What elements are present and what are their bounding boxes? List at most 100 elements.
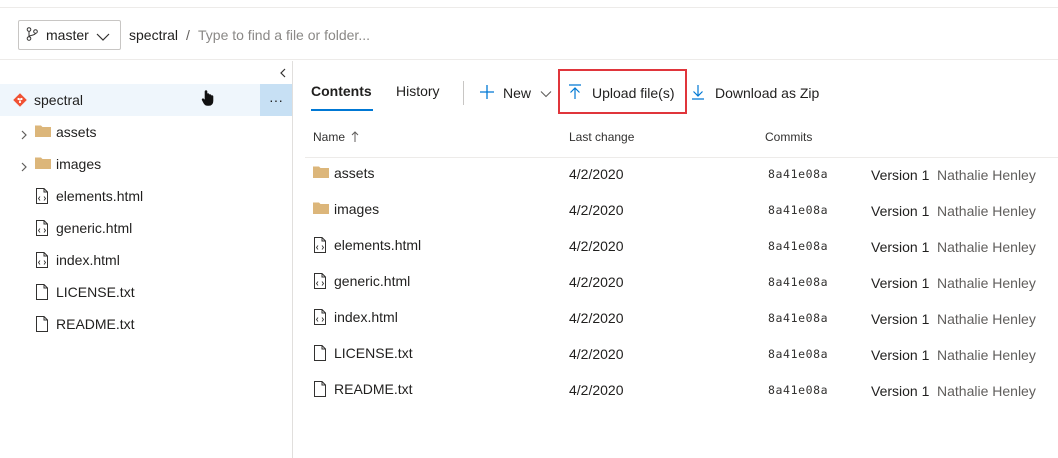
file-name-link[interactable]: LICENSE.txt	[334, 345, 413, 361]
chevron-right-icon[interactable]	[20, 127, 28, 143]
commit-message[interactable]: Version 1	[871, 311, 929, 327]
top-bar	[0, 0, 1058, 8]
commit-hash-link[interactable]: 8a41e08a	[768, 203, 828, 217]
plus-icon	[479, 84, 495, 103]
table-row[interactable]: generic.html 4/2/2020 8a41e08a Version 1…	[305, 265, 1058, 301]
last-change-date: 4/2/2020	[569, 166, 624, 182]
download-zip-label: Download as Zip	[715, 85, 820, 101]
commit-hash-link[interactable]: 8a41e08a	[768, 383, 828, 397]
file-name-link[interactable]: index.html	[334, 309, 398, 325]
last-change-date: 4/2/2020	[569, 346, 624, 362]
tree-item-label: generic.html	[56, 220, 133, 236]
tree-item-generic-html[interactable]: generic.html	[0, 212, 292, 244]
commit-message[interactable]: Version 1	[871, 347, 929, 363]
commit-message[interactable]: Version 1	[871, 203, 929, 219]
last-change-date: 4/2/2020	[569, 202, 624, 218]
commit-hash-link[interactable]: 8a41e08a	[768, 347, 828, 361]
commit-hash-link[interactable]: 8a41e08a	[768, 239, 828, 253]
toolbar-divider	[463, 81, 464, 105]
chevron-right-icon[interactable]	[20, 159, 28, 175]
folder-icon	[35, 124, 51, 141]
file-name-link[interactable]: elements.html	[334, 237, 421, 253]
upload-files-button[interactable]: Upload file(s)	[568, 78, 674, 108]
tree-item-label: images	[56, 156, 102, 172]
download-zip-button[interactable]: Download as Zip	[691, 78, 819, 108]
file-tree: spectral ··· assets images elements.html…	[0, 61, 293, 458]
commit-author: Nathalie Henley	[937, 275, 1036, 291]
code-file-icon	[35, 220, 49, 239]
commit-author: Nathalie Henley	[937, 311, 1036, 327]
chevron-down-icon	[540, 85, 552, 101]
table-row[interactable]: README.txt 4/2/2020 8a41e08a Version 1 N…	[305, 373, 1058, 409]
folder-icon	[35, 156, 51, 173]
tree-root-item[interactable]: spectral ···	[0, 84, 292, 116]
new-button[interactable]: New	[479, 78, 552, 108]
column-header-name[interactable]: Name	[313, 130, 345, 144]
branch-selector[interactable]: master	[18, 20, 121, 50]
table-row[interactable]: elements.html 4/2/2020 8a41e08a Version …	[305, 229, 1058, 265]
file-search-input[interactable]	[198, 23, 598, 47]
commit-author: Nathalie Henley	[937, 239, 1036, 255]
tree-item-elements-html[interactable]: elements.html	[0, 180, 292, 212]
commit-hash-link[interactable]: 8a41e08a	[768, 167, 828, 181]
download-icon	[691, 84, 705, 103]
tree-item-label: LICENSE.txt	[56, 284, 135, 300]
last-change-date: 4/2/2020	[569, 274, 624, 290]
commit-hash-link[interactable]: 8a41e08a	[768, 275, 828, 289]
commit-message[interactable]: Version 1	[871, 383, 929, 399]
new-button-label: New	[503, 85, 532, 101]
commit-author: Nathalie Henley	[937, 203, 1036, 219]
hand-cursor-icon	[200, 89, 216, 110]
commit-hash-link[interactable]: 8a41e08a	[768, 311, 828, 325]
file-name-link[interactable]: assets	[334, 165, 374, 181]
file-name-link[interactable]: README.txt	[334, 381, 413, 397]
code-file-icon	[35, 252, 49, 271]
branch-icon	[26, 26, 38, 44]
commit-message[interactable]: Version 1	[871, 275, 929, 291]
file-table-header: Name Last change Commits	[305, 121, 1058, 158]
more-options-button[interactable]: ···	[260, 84, 292, 116]
code-file-icon	[35, 188, 49, 207]
commit-message[interactable]: Version 1	[871, 239, 929, 255]
tree-item-index-html[interactable]: index.html	[0, 244, 292, 276]
commit-author: Nathalie Henley	[937, 167, 1036, 183]
tree-item-license-txt[interactable]: LICENSE.txt	[0, 276, 292, 308]
tree-item-readme-txt[interactable]: README.txt	[0, 308, 292, 340]
tree-item-label: elements.html	[56, 188, 144, 204]
column-header-last-change[interactable]: Last change	[569, 130, 634, 144]
sort-ascending-icon[interactable]	[351, 130, 359, 146]
column-header-commits[interactable]: Commits	[765, 130, 812, 144]
folder-icon	[313, 165, 329, 182]
breadcrumb-repo[interactable]: spectral	[129, 27, 178, 43]
file-icon	[313, 345, 327, 364]
commit-message[interactable]: Version 1	[871, 167, 929, 183]
code-file-icon	[313, 273, 327, 292]
breadcrumb-bar: master spectral /	[0, 8, 1058, 60]
file-name-link[interactable]: generic.html	[334, 273, 410, 289]
table-row[interactable]: LICENSE.txt 4/2/2020 8a41e08a Version 1 …	[305, 337, 1058, 373]
tree-item-label: README.txt	[56, 316, 135, 332]
file-name-link[interactable]: images	[334, 201, 379, 217]
file-icon	[35, 284, 49, 303]
git-repo-icon	[13, 93, 27, 110]
tree-item-images[interactable]: images	[0, 148, 292, 180]
tree-item-label: assets	[56, 124, 97, 140]
tab-history[interactable]: History	[396, 83, 440, 99]
file-icon	[35, 316, 49, 335]
more-icon: ···	[269, 92, 283, 108]
commit-author: Nathalie Henley	[937, 347, 1036, 363]
tab-contents[interactable]: Contents	[311, 83, 372, 99]
last-change-date: 4/2/2020	[569, 382, 624, 398]
tree-item-assets[interactable]: assets	[0, 116, 292, 148]
chevron-down-icon	[96, 29, 110, 45]
commit-author: Nathalie Henley	[937, 383, 1036, 399]
collapse-pane-icon[interactable]	[276, 66, 290, 80]
last-change-date: 4/2/2020	[569, 238, 624, 254]
table-row[interactable]: index.html 4/2/2020 8a41e08a Version 1 N…	[305, 301, 1058, 337]
table-row[interactable]: images 4/2/2020 8a41e08a Version 1 Natha…	[305, 193, 1058, 229]
table-row[interactable]: assets 4/2/2020 8a41e08a Version 1 Natha…	[305, 157, 1058, 193]
upload-icon	[568, 83, 582, 103]
code-file-icon	[313, 237, 327, 256]
upload-files-label: Upload file(s)	[592, 85, 675, 101]
file-icon	[313, 381, 327, 400]
